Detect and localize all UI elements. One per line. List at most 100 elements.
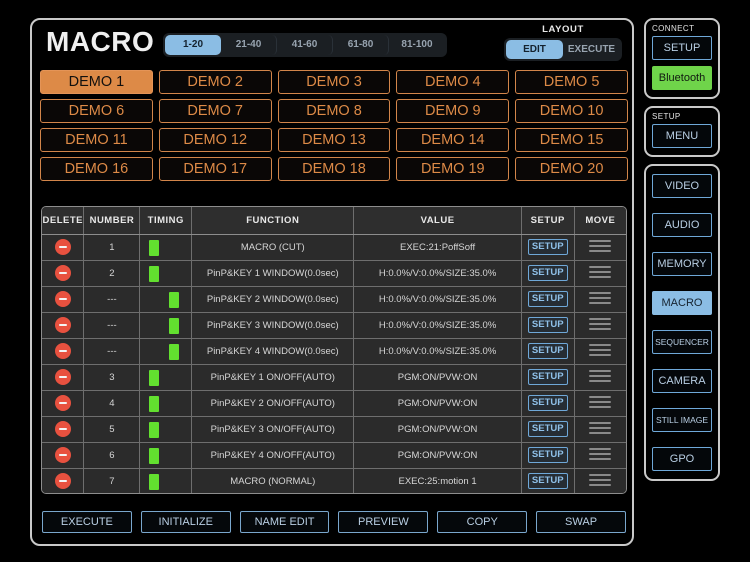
minus-circle-icon[interactable] (54, 395, 71, 411)
delete-step-cell[interactable] (42, 234, 85, 261)
table-row[interactable]: 3 PinP&KEY 1 ON/OFF(AUTO) PGM:ON/PVW:ON SET… (42, 364, 626, 391)
page-range-tabs[interactable]: 1-20 21-40 41-60 61-80 81-100 (163, 33, 447, 57)
setup-cell[interactable]: SETUP (521, 468, 575, 493)
setup-cell[interactable]: SETUP (521, 338, 575, 365)
setup-buttons[interactable]: MENU (652, 124, 712, 148)
move-cell[interactable] (574, 286, 626, 313)
connect-buttons[interactable]: SETUP Bluetooth (652, 36, 712, 90)
drag-handle-icon[interactable] (589, 419, 612, 437)
demo-macro-button-13[interactable]: DEMO 13 (277, 128, 391, 152)
table-row[interactable]: --- PinP&KEY 4 WINDOW(0.0sec) H:0.0%/V:0.0… (42, 338, 626, 365)
minus-circle-icon[interactable] (54, 239, 71, 255)
minus-circle-icon[interactable] (54, 421, 71, 437)
drag-handle-icon[interactable] (589, 471, 612, 489)
page-range-tab-1-20[interactable]: 1-20 (165, 35, 221, 55)
minus-circle-icon[interactable] (54, 473, 71, 490)
name-edit-button[interactable]: NAME EDIT (239, 511, 330, 533)
move-cell[interactable] (574, 234, 626, 261)
drag-handle-icon[interactable] (589, 263, 612, 281)
row-setup-button[interactable]: SETUP (527, 317, 568, 333)
action-button-bar[interactable]: EXECUTE INITIALIZE NAME EDIT PREVIEW COPY SWA… (42, 511, 626, 533)
demo-macro-button-3[interactable]: DEMO 3 (277, 70, 391, 94)
demo-macro-button-2[interactable]: DEMO 2 (158, 70, 272, 94)
setup-menu-button[interactable]: MENU (652, 124, 712, 148)
drag-handle-icon[interactable] (589, 393, 612, 411)
demo-macro-button-8[interactable]: DEMO 8 (277, 99, 391, 123)
delete-step-cell[interactable] (42, 468, 85, 493)
drag-handle-icon[interactable] (589, 315, 612, 333)
demo-macro-button-15[interactable]: DEMO 15 (515, 128, 628, 152)
setup-cell[interactable]: SETUP (521, 442, 575, 469)
delete-step-cell[interactable] (42, 390, 85, 417)
nav-camera-button[interactable]: CAMERA (652, 369, 712, 393)
move-cell[interactable] (574, 338, 626, 365)
table-row[interactable]: 1 MACRO (CUT) EXEC:21:PoffSoff SETUP (42, 234, 626, 261)
move-cell[interactable] (574, 364, 626, 391)
drag-handle-icon[interactable] (589, 289, 612, 307)
table-row[interactable]: --- PinP&KEY 2 WINDOW(0.0sec) H:0.0%/V:0.0… (42, 286, 626, 313)
setup-cell[interactable]: SETUP (521, 364, 575, 391)
page-range-tab-81-100[interactable]: 81-100 (389, 35, 445, 55)
row-setup-button[interactable]: SETUP (527, 447, 568, 463)
page-range-tab-21-40[interactable]: 21-40 (221, 35, 277, 55)
move-cell[interactable] (574, 442, 626, 469)
move-cell[interactable] (574, 390, 626, 417)
setup-cell[interactable]: SETUP (521, 416, 575, 443)
preview-button[interactable]: PREVIEW (338, 511, 429, 533)
move-cell[interactable] (574, 312, 626, 339)
move-cell[interactable] (574, 468, 626, 493)
move-cell[interactable] (574, 260, 626, 287)
delete-step-cell[interactable] (42, 312, 85, 339)
drag-handle-icon[interactable] (589, 367, 612, 385)
demo-macro-button-10[interactable]: DEMO 10 (515, 99, 628, 123)
row-setup-button[interactable]: SETUP (527, 291, 568, 307)
page-range-tab-41-60[interactable]: 41-60 (277, 35, 333, 55)
connect-setup-button[interactable]: SETUP (652, 36, 712, 60)
table-row[interactable]: --- PinP&KEY 3 WINDOW(0.0sec) H:0.0%/V:0.0… (42, 312, 626, 339)
demo-macro-grid[interactable]: DEMO 1 DEMO 2 DEMO 3 DEMO 4 DEMO 5 DEMO 6 DEMO… (40, 70, 628, 181)
demo-macro-button-14[interactable]: DEMO 14 (396, 128, 510, 152)
layout-mode-edit[interactable]: EDIT (506, 40, 563, 59)
initialize-button[interactable]: INITIALIZE (140, 511, 231, 533)
table-row[interactable]: 2 PinP&KEY 1 WINDOW(0.0sec) H:0.0%/V:0.0%/… (42, 260, 626, 287)
row-setup-button[interactable]: SETUP (527, 343, 568, 359)
minus-circle-icon[interactable] (54, 291, 71, 307)
delete-step-cell[interactable] (42, 364, 85, 391)
row-setup-button[interactable]: SETUP (527, 369, 568, 385)
connect-bluetooth-button[interactable]: Bluetooth (652, 66, 712, 90)
minus-circle-icon[interactable] (54, 447, 71, 463)
nav-memory-button[interactable]: MEMORY (652, 252, 712, 276)
demo-macro-button-1[interactable]: DEMO 1 (40, 70, 153, 94)
demo-macro-button-20[interactable]: DEMO 20 (515, 157, 628, 181)
delete-step-cell[interactable] (42, 338, 85, 365)
row-setup-button[interactable]: SETUP (527, 473, 568, 490)
move-cell[interactable] (574, 416, 626, 443)
demo-macro-button-18[interactable]: DEMO 18 (277, 157, 391, 181)
nav-buttons[interactable]: VIDEO AUDIO MEMORY MACRO SEQUENCER CAMERA STIL… (652, 174, 712, 471)
setup-cell[interactable]: SETUP (521, 286, 575, 313)
row-setup-button[interactable]: SETUP (527, 421, 568, 437)
minus-circle-icon[interactable] (54, 265, 71, 281)
drag-handle-icon[interactable] (589, 237, 612, 255)
table-row[interactable]: 4 PinP&KEY 2 ON/OFF(AUTO) PGM:ON/PVW:ON SET… (42, 390, 626, 417)
demo-macro-button-12[interactable]: DEMO 12 (158, 128, 272, 152)
nav-still-image-button[interactable]: STILL IMAGE (652, 408, 712, 432)
table-row[interactable]: 5 PinP&KEY 3 ON/OFF(AUTO) PGM:ON/PVW:ON SET… (42, 416, 626, 443)
setup-cell[interactable]: SETUP (521, 260, 575, 287)
demo-macro-button-11[interactable]: DEMO 11 (40, 128, 153, 152)
row-setup-button[interactable]: SETUP (527, 239, 568, 255)
demo-macro-button-7[interactable]: DEMO 7 (158, 99, 272, 123)
demo-macro-button-17[interactable]: DEMO 17 (158, 157, 272, 181)
setup-cell[interactable]: SETUP (521, 312, 575, 339)
copy-button[interactable]: COPY (437, 511, 528, 533)
row-setup-button[interactable]: SETUP (527, 395, 568, 411)
minus-circle-icon[interactable] (54, 343, 71, 359)
delete-step-cell[interactable] (42, 442, 85, 469)
swap-button[interactable]: SWAP (536, 511, 626, 533)
table-row[interactable]: 6 PinP&KEY 4 ON/OFF(AUTO) PGM:ON/PVW:ON SET… (42, 442, 626, 469)
nav-macro-button[interactable]: MACRO (652, 291, 712, 315)
drag-handle-icon[interactable] (589, 445, 612, 463)
page-range-tab-61-80[interactable]: 61-80 (333, 35, 389, 55)
row-setup-button[interactable]: SETUP (527, 265, 568, 281)
nav-gpo-button[interactable]: GPO (652, 447, 712, 471)
